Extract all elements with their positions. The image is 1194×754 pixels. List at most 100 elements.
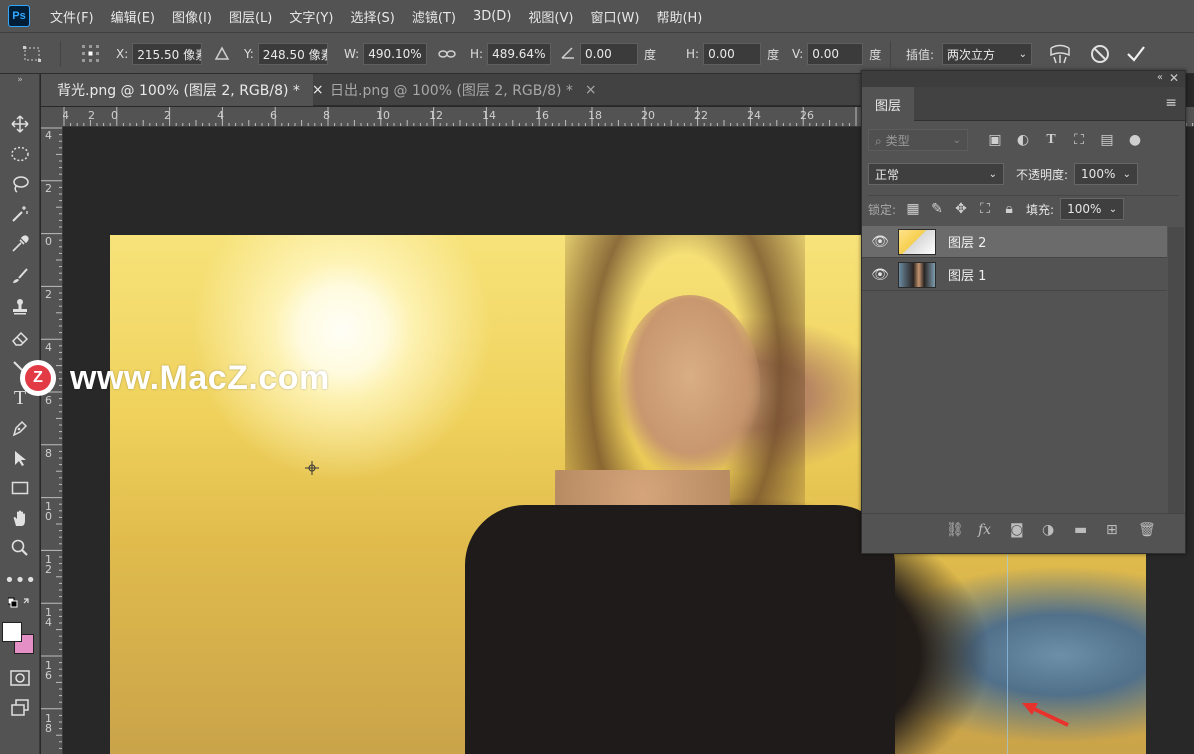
pen-tool-icon[interactable] [8,416,32,440]
expand-toolbar-icon[interactable]: » [8,74,32,86]
move-tool-icon[interactable] [8,112,32,136]
type-filter-icon[interactable]: T [1044,132,1058,148]
ruler-label: 18 [588,109,602,122]
screen-mode-icon[interactable] [8,696,32,720]
reference-point-icon[interactable] [80,43,102,65]
opacity-label: 不透明度: [1016,167,1069,182]
commit-transform-icon[interactable] [1126,43,1146,65]
folder-icon[interactable]: ▬ [1074,522,1087,538]
warp-mode-icon[interactable] [1048,43,1072,65]
zoom-tool-icon[interactable] [8,536,32,560]
lock-transparent-icon[interactable]: ▦ [906,201,920,217]
transform-tool-icon[interactable] [20,43,44,65]
menu-layer[interactable]: 图层(L) [229,7,272,26]
skew-h-unit: 度 [767,47,780,62]
angle-field[interactable]: 0.00 [580,43,638,65]
reference-point-crosshair-icon[interactable] [305,461,319,475]
menu-window[interactable]: 窗口(W) [590,7,639,26]
layer-row-1[interactable]: 👁︎ 图层 1 [862,259,1167,291]
skew-v-field[interactable]: 0.00 [807,43,864,65]
default-colors-icon[interactable] [8,596,32,610]
foreground-color-swatch[interactable] [2,622,22,642]
layer-name: 图层 2 [948,236,987,251]
cancel-transform-icon[interactable] [1090,43,1110,65]
fill-field[interactable]: 100% ⌄ [1060,198,1125,220]
menu-view[interactable]: 视图(V) [528,7,573,26]
eraser-tool-icon[interactable] [8,326,32,350]
quick-mask-icon[interactable] [8,666,32,690]
menu-file[interactable]: 文件(F) [50,7,94,26]
x-field[interactable]: 215.50 像素 [132,43,203,65]
width-field[interactable]: 490.10% [363,43,428,65]
visibility-eye-icon[interactable]: 👁︎ [862,267,898,283]
relative-position-icon[interactable] [214,43,230,65]
visibility-eye-icon[interactable]: 👁︎ [862,234,898,250]
lock-all-icon[interactable]: 🔒︎ [1002,201,1016,217]
adjustment-icon[interactable]: ◑ [1042,522,1054,538]
ruler-label: 2 [164,109,171,122]
hand-tool-icon[interactable] [8,506,32,530]
watermark-logo: Z [20,360,56,396]
ruler-label: 8 [45,447,52,460]
color-swatches[interactable] [2,622,36,656]
adjustment-filter-icon[interactable]: ◐ [1016,132,1030,148]
tab-sunrise[interactable]: 日出.png @ 100% (图层 2, RGB/8) * × [314,74,597,106]
collapse-panel-icon[interactable]: « [1157,72,1163,83]
skew-h-label: H: [686,47,700,61]
menu-type[interactable]: 文字(Y) [289,7,333,26]
eyedropper-tool-icon[interactable] [8,232,32,256]
link-proportions-icon[interactable] [438,43,456,65]
marquee-tool-icon[interactable] [8,142,32,166]
y-label: Y: [244,47,254,61]
layer-row-2[interactable]: 👁︎ 图层 2 [862,226,1167,258]
opacity-field[interactable]: 100% ⌄ [1074,163,1139,185]
panel-scrollbar[interactable] [1168,227,1184,513]
stamp-tool-icon[interactable] [8,294,32,318]
menu-3d[interactable]: 3D(D) [473,9,511,24]
fill-value: 100% [1067,202,1102,216]
menu-help[interactable]: 帮助(H) [656,7,702,26]
magic-wand-tool-icon[interactable] [8,202,32,226]
vertical-ruler[interactable]: 4 2 0 2 4 6 8 10 12 14 16 18 [41,127,63,754]
chevron-down-icon: ⌄ [1108,203,1118,215]
layers-panel: « ✕ 图层 ≡ ⌕ 类型 ⌄ ▣ ◐ T ⛶ ▤ ● 正常 ⌄ 不透明度: 1… [861,70,1186,554]
lasso-tool-icon[interactable] [8,172,32,196]
rectangle-tool-icon[interactable] [8,476,32,500]
ruler-corner[interactable] [41,107,63,127]
chevron-down-icon: ⌄ [988,168,997,180]
more-tools-icon[interactable]: ••• [4,568,36,592]
fill-label: 填充: [1026,202,1055,217]
lock-position-icon[interactable]: ✥ [954,201,968,217]
filter-toggle-icon[interactable]: ● [1128,132,1142,148]
menu-edit[interactable]: 编辑(E) [111,7,155,26]
path-selection-tool-icon[interactable] [8,446,32,470]
close-icon[interactable]: × [585,82,597,98]
link-icon[interactable]: ⛓ [946,522,964,538]
smart-object-filter-icon[interactable]: ▤ [1100,132,1114,148]
skew-h-field[interactable]: 0.00 [703,43,762,65]
y-field[interactable]: 248.50 像素 [257,43,328,65]
panel-title-bar[interactable]: « ✕ [862,71,1185,87]
menu-filter[interactable]: 滤镜(T) [412,7,456,26]
pixel-filter-icon[interactable]: ▣ [988,132,1002,148]
tools-panel: » T ••• [0,74,40,754]
ruler-label: 12 [429,109,443,122]
new-layer-icon[interactable]: ⊞ [1106,522,1118,538]
lock-artboard-icon[interactable]: ⛶ [978,201,992,217]
interpolation-select[interactable]: 两次立方 ⌄ [942,43,1033,65]
fx-icon[interactable]: fx [978,522,991,538]
lock-image-icon[interactable]: ✎ [930,201,944,217]
close-icon[interactable]: ✕ [1169,71,1179,85]
mask-icon[interactable]: ◙ [1010,522,1024,538]
panel-menu-icon[interactable]: ≡ [1165,95,1177,111]
menu-image[interactable]: 图像(I) [172,7,212,26]
blend-mode-select[interactable]: 正常 ⌄ [868,163,1004,185]
menu-select[interactable]: 选择(S) [350,7,394,26]
trash-icon[interactable]: 🗑︎ [1138,522,1156,538]
tab-layers[interactable]: 图层 [862,87,914,121]
tab-backlight[interactable]: 背光.png @ 100% (图层 2, RGB/8) * × [41,74,324,106]
height-field[interactable]: 489.64% [487,43,552,65]
layer-filter-select[interactable]: ⌕ 类型 ⌄ [868,129,968,151]
shape-filter-icon[interactable]: ⛶ [1072,132,1086,148]
brush-tool-icon[interactable] [8,264,32,288]
